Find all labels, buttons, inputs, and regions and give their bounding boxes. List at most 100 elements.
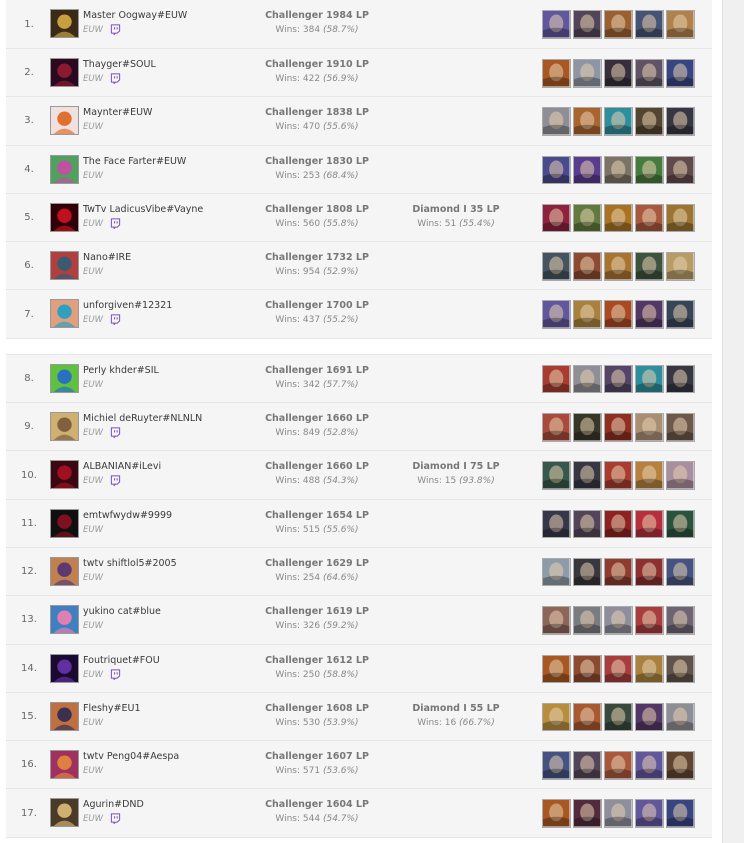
table-row[interactable]: 12. twtv shiftlol5#2005 EUW Challenger 1629…: [6, 547, 712, 597]
champion-icon[interactable]: [666, 654, 695, 684]
champion-icon[interactable]: [666, 557, 695, 587]
champion-icon[interactable]: [604, 606, 633, 635]
player-name-link[interactable]: The Face Farter#EUW: [83, 156, 186, 167]
player-name-link[interactable]: twtv shiftlol5#2005: [83, 558, 177, 569]
profile-avatar[interactable]: [50, 605, 79, 635]
player-name-link[interactable]: Perly khder#SIL: [83, 365, 159, 376]
champion-icon[interactable]: [666, 606, 695, 635]
champion-icon[interactable]: [635, 364, 664, 394]
profile-avatar[interactable]: [50, 154, 79, 184]
champion-icon[interactable]: [573, 10, 602, 39]
player-name-link[interactable]: unforgiven#12321: [83, 300, 172, 311]
champion-icon[interactable]: [635, 461, 664, 490]
champion-icon[interactable]: [542, 252, 571, 281]
champion-icon[interactable]: [635, 155, 664, 185]
champion-icon[interactable]: [573, 107, 602, 136]
champion-icon[interactable]: [604, 799, 633, 828]
profile-avatar[interactable]: [50, 202, 79, 232]
champion-icon[interactable]: [604, 751, 633, 780]
profile-avatar[interactable]: [50, 106, 79, 136]
profile-avatar[interactable]: [50, 798, 79, 828]
champion-icon[interactable]: [635, 59, 664, 88]
champion-icon[interactable]: [573, 606, 602, 635]
champion-icon[interactable]: [542, 461, 571, 490]
player-name-link[interactable]: Fleshy#EU1: [83, 703, 141, 714]
champion-icon[interactable]: [604, 557, 633, 587]
champion-icon[interactable]: [604, 509, 633, 539]
profile-avatar[interactable]: [50, 508, 79, 538]
champion-icon[interactable]: [604, 203, 633, 233]
profile-avatar[interactable]: [50, 58, 79, 87]
champion-icon[interactable]: [542, 107, 571, 136]
player-name-link[interactable]: Michiel deRuyter#NLNLN: [83, 413, 202, 424]
champion-icon[interactable]: [573, 751, 602, 780]
champion-icon[interactable]: [635, 107, 664, 136]
player-name-link[interactable]: ALBANIAN#iLevi: [83, 461, 161, 472]
table-row[interactable]: 10. ALBANIAN#iLevi EUW Challenger 1660 LP Wi…: [6, 451, 712, 500]
champion-icon[interactable]: [542, 413, 571, 442]
champion-icon[interactable]: [573, 364, 602, 394]
champion-icon[interactable]: [635, 751, 664, 780]
champion-icon[interactable]: [666, 107, 695, 136]
profile-avatar[interactable]: [50, 460, 79, 490]
champion-icon[interactable]: [604, 300, 633, 329]
champion-icon[interactable]: [604, 702, 633, 732]
champion-icon[interactable]: [604, 155, 633, 185]
table-row[interactable]: 4. The Face Farter#EUW EUW Challenger 1830 …: [6, 145, 712, 194]
champion-icon[interactable]: [542, 557, 571, 587]
champion-icon[interactable]: [635, 557, 664, 587]
champion-icon[interactable]: [542, 364, 571, 394]
scrollbar[interactable]: [722, 0, 744, 843]
champion-icon[interactable]: [542, 300, 571, 329]
table-row[interactable]: 5. TwTv LadicusVibe#Vayne EUW Challenger 18…: [6, 193, 712, 243]
champion-icon[interactable]: [635, 10, 664, 39]
champion-icon[interactable]: [573, 702, 602, 732]
player-name-link[interactable]: yukino cat#blue: [83, 606, 161, 617]
champion-icon[interactable]: [635, 252, 664, 281]
profile-avatar[interactable]: [50, 701, 79, 731]
champion-icon[interactable]: [573, 155, 602, 185]
twitch-icon[interactable]: [110, 24, 121, 35]
profile-avatar[interactable]: [50, 556, 79, 586]
champion-icon[interactable]: [666, 203, 695, 233]
champion-icon[interactable]: [542, 702, 571, 732]
champion-icon[interactable]: [542, 799, 571, 828]
champion-icon[interactable]: [573, 252, 602, 281]
champion-icon[interactable]: [573, 413, 602, 442]
champion-icon[interactable]: [635, 300, 664, 329]
table-row[interactable]: 2. Thayger#SOUL EUW Challenger 1910 LP Wins:…: [6, 49, 712, 98]
champion-icon[interactable]: [604, 10, 633, 39]
twitch-icon[interactable]: [110, 475, 121, 487]
champion-icon[interactable]: [666, 413, 695, 442]
champion-icon[interactable]: [604, 59, 633, 88]
champion-icon[interactable]: [666, 155, 695, 185]
champion-icon[interactable]: [635, 606, 664, 635]
champion-icon[interactable]: [573, 799, 602, 828]
twitch-icon[interactable]: [110, 668, 121, 680]
champion-icon[interactable]: [666, 252, 695, 281]
champion-icon[interactable]: [666, 300, 695, 329]
player-name-link[interactable]: TwTv LadicusVibe#Vayne: [83, 204, 203, 215]
player-name-link[interactable]: emtwfwydw#9999: [83, 510, 172, 521]
player-name-link[interactable]: Maynter#EUW: [83, 107, 152, 118]
champion-icon[interactable]: [666, 10, 695, 39]
champion-icon[interactable]: [635, 799, 664, 828]
champion-icon[interactable]: [666, 461, 695, 490]
champion-icon[interactable]: [666, 751, 695, 780]
champion-icon[interactable]: [542, 509, 571, 539]
profile-avatar[interactable]: [50, 251, 79, 281]
player-name-link[interactable]: Nano#IRE: [83, 252, 131, 263]
champion-icon[interactable]: [666, 702, 695, 732]
player-name-link[interactable]: Master Oogway#EUW: [83, 10, 187, 21]
champion-icon[interactable]: [635, 203, 664, 233]
table-row[interactable]: 1. Master Oogway#EUW EUW Challenger 1984 LP…: [6, 0, 712, 49]
champion-icon[interactable]: [573, 59, 602, 88]
profile-avatar[interactable]: [50, 750, 79, 780]
champion-icon[interactable]: [573, 461, 602, 490]
champion-icon[interactable]: [666, 59, 695, 88]
player-name-link[interactable]: Thayger#SOUL: [83, 59, 156, 70]
champion-icon[interactable]: [604, 413, 633, 442]
table-row[interactable]: 16. twtv Peng04#Aespa EUW Challenger 1607 L…: [6, 741, 712, 790]
twitch-icon[interactable]: [110, 314, 121, 326]
champion-icon[interactable]: [604, 654, 633, 684]
